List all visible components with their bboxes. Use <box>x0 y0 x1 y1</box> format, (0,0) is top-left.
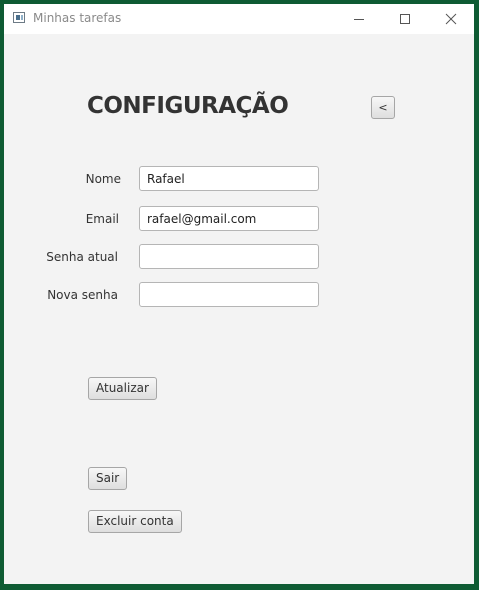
page-title: CONFIGURAÇÃO <box>87 93 289 119</box>
new-password-field[interactable] <box>139 282 319 307</box>
current-password-label: Senha atual <box>46 250 118 264</box>
name-field[interactable] <box>139 166 319 191</box>
name-label: Nome <box>85 172 121 186</box>
minimize-button[interactable] <box>336 4 382 34</box>
update-button[interactable]: Atualizar <box>88 377 157 400</box>
close-button[interactable] <box>428 4 474 34</box>
email-field[interactable] <box>139 206 319 231</box>
close-icon <box>445 13 457 25</box>
current-password-field[interactable] <box>139 244 319 269</box>
new-password-label: Nova senha <box>47 288 118 302</box>
maximize-icon <box>400 14 410 24</box>
logout-button[interactable]: Sair <box>88 467 128 490</box>
app-window: Minhas tarefas CONFIGURAÇÃO < Nome Email… <box>4 4 474 584</box>
back-button[interactable]: < <box>371 96 395 119</box>
email-label: Email <box>85 212 119 226</box>
window-title: Minhas tarefas <box>33 11 122 25</box>
title-bar[interactable]: Minhas tarefas <box>4 4 474 34</box>
maximize-button[interactable] <box>382 4 428 34</box>
app-window-icon <box>13 12 25 23</box>
delete-account-button[interactable]: Excluir conta <box>88 510 182 533</box>
minimize-icon <box>354 19 364 20</box>
